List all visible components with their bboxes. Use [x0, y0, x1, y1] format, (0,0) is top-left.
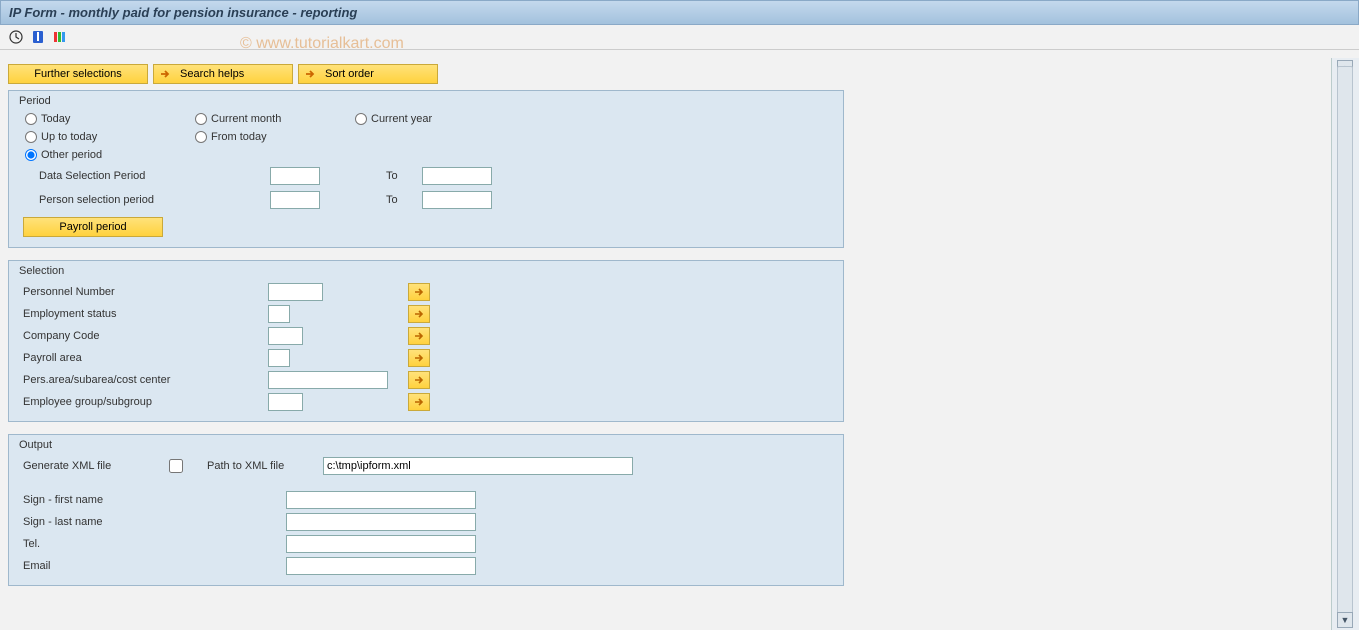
data-selection-period-label: Data Selection Period [39, 170, 264, 182]
employee-group-input[interactable] [268, 393, 303, 411]
window-title: IP Form - monthly paid for pension insur… [0, 0, 1359, 25]
radio-label: Up to today [41, 131, 97, 143]
email-input[interactable] [286, 557, 476, 575]
sort-order-button[interactable]: Sort order [298, 64, 438, 84]
tel-row: Tel. [23, 535, 833, 553]
sign-last-row: Sign - last name [23, 513, 833, 531]
payroll-area-label: Payroll area [23, 352, 268, 364]
scroll-track[interactable] [1337, 66, 1353, 622]
radio-label: Current year [371, 113, 432, 125]
company-code-label: Company Code [23, 330, 268, 342]
further-selections-button[interactable]: Further selections [8, 64, 148, 84]
employment-status-input[interactable] [268, 305, 290, 323]
employment-status-row: Employment status [23, 305, 833, 323]
sign-first-row: Sign - first name [23, 491, 833, 509]
scroll-down-icon[interactable]: ▼ [1337, 612, 1353, 628]
sign-first-input[interactable] [286, 491, 476, 509]
sign-last-input[interactable] [286, 513, 476, 531]
selection-group: Selection Personnel Number Employment st… [8, 260, 844, 422]
tel-label: Tel. [23, 538, 280, 550]
radio-from-today[interactable]: From today [195, 131, 355, 143]
tel-input[interactable] [286, 535, 476, 553]
multi-select-button[interactable] [408, 327, 430, 345]
radio-up-to-today[interactable]: Up to today [25, 131, 195, 143]
personnel-number-input[interactable] [268, 283, 323, 301]
email-row: Email [23, 557, 833, 575]
to-label: To [386, 170, 416, 182]
pers-area-row: Pers.area/subarea/cost center [23, 371, 833, 389]
content-area: Further selections Search helps Sort ord… [0, 58, 1329, 630]
radio-current-year[interactable]: Current year [355, 113, 515, 125]
to-label: To [386, 194, 416, 206]
info-icon[interactable] [30, 29, 46, 45]
sign-first-label: Sign - first name [23, 494, 280, 506]
radio-label: Current month [211, 113, 281, 125]
radio-label: Other period [41, 149, 102, 161]
sort-order-label: Sort order [325, 67, 374, 82]
search-helps-button[interactable]: Search helps [153, 64, 293, 84]
toolbar [0, 25, 1359, 50]
payroll-area-input[interactable] [268, 349, 290, 367]
employment-status-label: Employment status [23, 308, 268, 320]
search-helps-label: Search helps [180, 67, 244, 82]
multi-select-button[interactable] [408, 349, 430, 367]
email-label: Email [23, 560, 280, 572]
generate-xml-checkbox[interactable] [169, 459, 183, 473]
company-code-row: Company Code [23, 327, 833, 345]
person-selection-from[interactable] [270, 191, 320, 209]
output-title: Output [19, 439, 833, 451]
multi-select-button[interactable] [408, 393, 430, 411]
radio-today[interactable]: Today [25, 113, 195, 125]
payroll-period-button[interactable]: Payroll period [23, 217, 163, 237]
color-bars-icon[interactable] [52, 29, 68, 45]
arrow-right-icon [158, 67, 172, 81]
radio-other-period[interactable]: Other period [25, 149, 195, 161]
output-group: Output Generate XML file Path to XML fil… [8, 434, 844, 586]
period-group: Period Today Current month Current year … [8, 90, 844, 248]
path-xml-label: Path to XML file [207, 460, 317, 472]
data-selection-from[interactable] [270, 167, 320, 185]
arrow-right-icon [303, 67, 317, 81]
multi-select-button[interactable] [408, 283, 430, 301]
top-button-row: Further selections Search helps Sort ord… [8, 64, 1321, 84]
pers-area-label: Pers.area/subarea/cost center [23, 374, 268, 386]
payroll-area-row: Payroll area [23, 349, 833, 367]
person-selection-period-label: Person selection period [39, 194, 264, 206]
generate-xml-row: Generate XML file Path to XML file [23, 457, 833, 475]
period-title: Period [19, 95, 833, 107]
radio-label: From today [211, 131, 267, 143]
period-radio-grid: Today Current month Current year Up to t… [25, 113, 833, 161]
company-code-input[interactable] [268, 327, 303, 345]
data-selection-to[interactable] [422, 167, 492, 185]
radio-label: Today [41, 113, 70, 125]
person-selection-to[interactable] [422, 191, 492, 209]
radio-current-month[interactable]: Current month [195, 113, 355, 125]
employee-group-row: Employee group/subgroup [23, 393, 833, 411]
personnel-number-row: Personnel Number [23, 283, 833, 301]
path-xml-input[interactable] [323, 457, 633, 475]
generate-xml-label: Generate XML file [23, 460, 163, 472]
execute-icon[interactable] [8, 29, 24, 45]
data-selection-period-row: Data Selection Period To [39, 167, 833, 185]
selection-title: Selection [19, 265, 833, 277]
vertical-scrollbar[interactable]: ▲ ▼ [1331, 58, 1359, 630]
sign-last-label: Sign - last name [23, 516, 280, 528]
pers-area-input[interactable] [268, 371, 388, 389]
employee-group-label: Employee group/subgroup [23, 396, 268, 408]
multi-select-button[interactable] [408, 305, 430, 323]
personnel-number-label: Personnel Number [23, 286, 268, 298]
multi-select-button[interactable] [408, 371, 430, 389]
person-selection-period-row: Person selection period To [39, 191, 833, 209]
